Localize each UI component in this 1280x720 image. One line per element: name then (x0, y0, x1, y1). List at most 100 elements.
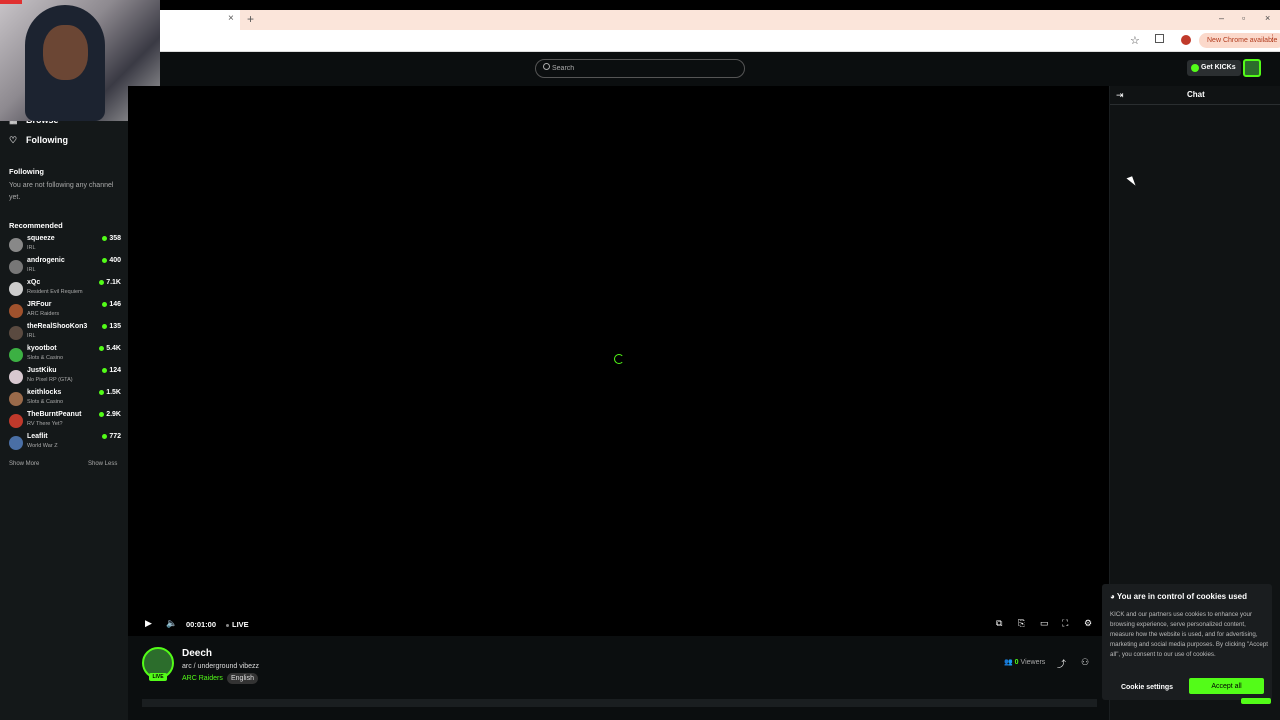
channel-category: Slots & Casino (27, 399, 64, 405)
channel-name: Leaflit (27, 433, 48, 440)
viewer-count: 135 (102, 323, 121, 330)
channel-category: IRL (27, 333, 36, 339)
chat-title: Chat (1187, 90, 1205, 99)
avatar (9, 348, 23, 362)
video-player[interactable]: ▶ 🔈 00:01:00 LIVE ⧉ ⎘ ▭ ⛶ ⚙ (128, 86, 1109, 636)
viewer-count: 358 (102, 235, 121, 242)
channel-category: No Pixel RP (GTA) (27, 377, 73, 383)
get-kicks-label: Get KICKs (1201, 64, 1236, 71)
channel-category: RV There Yet? (27, 421, 63, 427)
webcam-person (25, 5, 105, 121)
channel-category: ARC Raiders (27, 311, 60, 317)
recommended-channel[interactable]: Leaflit World War Z 772 (9, 433, 121, 455)
cookie-settings-button[interactable]: Cookie settings (1110, 679, 1184, 695)
stream-category-link[interactable]: ARC Raiders (182, 675, 223, 682)
collapse-chat-icon[interactable]: ⇥ (1116, 90, 1124, 101)
cookie-body: KICK and our partners use cookies to enh… (1110, 611, 1268, 658)
recommended-channel[interactable]: xQc Resident Evil Requiem 7.1K (9, 279, 121, 301)
screen-top-strip (0, 0, 1280, 10)
volume-icon[interactable]: 🔈 (166, 618, 177, 629)
avatar (9, 282, 23, 296)
search-input[interactable] (552, 61, 737, 76)
channel-category: IRL (27, 267, 36, 273)
avatar (9, 436, 23, 450)
viewer-count: 400 (102, 257, 121, 264)
heart-icon: ♡ (9, 135, 18, 145)
recommended-channel[interactable]: androgenic IRL 400 (9, 257, 121, 279)
viewer-count: 👥 0 Viewers (1004, 659, 1046, 666)
new-tab-icon[interactable]: + (247, 12, 254, 26)
viewer-count: 1.5K (99, 389, 121, 396)
settings-gear-icon[interactable]: ⚙ (1084, 618, 1092, 629)
recommended-channel[interactable]: theRealShooKon3 IRL 135 (9, 323, 121, 345)
channel-name[interactable]: Deech (182, 648, 212, 659)
bookmark-star-icon[interactable]: ☆ (1130, 34, 1140, 47)
avatar (9, 304, 23, 318)
live-indicator[interactable]: LIVE (226, 620, 249, 629)
tab-close-icon[interactable]: × (228, 13, 234, 24)
restore-icon[interactable]: ▫ (1242, 13, 1245, 23)
channel-name: kyootbot (27, 345, 57, 352)
avatar (9, 370, 23, 384)
live-dot-icon (99, 345, 105, 351)
share-icon[interactable]: ⤴ (1057, 657, 1066, 670)
cookie-icon: ◕ (1110, 592, 1117, 601)
live-dot-icon (102, 257, 108, 263)
live-dot-icon (102, 433, 108, 439)
user-icon[interactable]: ⚇ (1081, 657, 1089, 668)
channel-category: IRL (27, 245, 36, 251)
recommended-channel[interactable]: JRFour ARC Raiders 146 (9, 301, 121, 323)
sidebar-item-following[interactable]: ♡ Following (9, 135, 68, 146)
browser-tab-bar: × + – ▫ × (0, 10, 1280, 30)
channel-name: xQc (27, 279, 41, 286)
live-dot-icon (102, 235, 108, 241)
address-bar: ☆ New Chrome available ⋮ (0, 30, 1280, 52)
avatar (9, 392, 23, 406)
search-icon (543, 63, 550, 70)
cookie-banner: ◕ You are in control of cookies used KIC… (1102, 584, 1272, 700)
recommended-channel[interactable]: JustKiku No Pixel RP (GTA) 124 (9, 367, 121, 389)
live-dot-icon (102, 301, 108, 307)
extensions-icon[interactable] (1155, 34, 1164, 43)
channel-name: keithlocks (27, 389, 62, 396)
avatar (9, 414, 23, 428)
channel-name: androgenic (27, 257, 65, 264)
recommended-section-title: Recommended (9, 221, 63, 230)
browser-menu-icon[interactable]: ⋮ (1268, 33, 1277, 44)
close-window-icon[interactable]: × (1265, 13, 1270, 23)
chat-send-button[interactable] (1241, 698, 1271, 704)
profile-icon[interactable] (1181, 35, 1191, 45)
recommended-channel[interactable]: kyootbot Slots & Casino 5.4K (9, 345, 121, 367)
viewer-count: 772 (102, 433, 121, 440)
recording-indicator (0, 0, 22, 4)
live-dot-icon (226, 623, 229, 627)
language-tag[interactable]: English (227, 673, 258, 684)
fullscreen-icon[interactable]: ⛶ (1062, 618, 1068, 629)
stream-title: arc / underground vibezz (182, 663, 260, 670)
show-less-link[interactable]: Show Less (88, 461, 117, 467)
kicks-coin-icon (1191, 64, 1199, 72)
show-more-link[interactable]: Show More (9, 461, 39, 467)
live-dot-icon (99, 389, 105, 395)
minimize-icon[interactable]: – (1219, 13, 1224, 23)
cookie-title: ◕ You are in control of cookies used (1110, 592, 1248, 601)
following-section-title: Following (9, 167, 44, 176)
accept-all-button[interactable]: Accept all (1189, 678, 1264, 694)
recommended-channel[interactable]: keithlocks Slots & Casino 1.5K (9, 389, 121, 411)
get-kicks-button[interactable]: Get KICKs (1187, 60, 1241, 76)
stream-info-bottom-bar (142, 699, 1097, 707)
following-empty-text: You are not following any channel yet. (9, 182, 114, 201)
play-icon[interactable]: ▶ (145, 618, 152, 629)
recommended-channel[interactable]: squeeze IRL 358 (9, 235, 121, 257)
recommended-channel[interactable]: TheBurntPeanut RV There Yet? 2.9K (9, 411, 121, 433)
search-box[interactable] (535, 59, 745, 78)
avatar (9, 238, 23, 252)
live-dot-icon (99, 411, 105, 417)
site-header: Get KICKs (0, 52, 1280, 86)
mini-player-icon[interactable]: ⧉ (996, 618, 1002, 629)
live-dot-icon (99, 279, 105, 285)
clip-icon[interactable]: ⎘ (1018, 618, 1025, 629)
player-controls: ▶ 🔈 00:01:00 LIVE ⧉ ⎘ ▭ ⛶ ⚙ (128, 614, 1109, 636)
theater-mode-icon[interactable]: ▭ (1040, 618, 1049, 629)
user-avatar[interactable] (1243, 59, 1261, 77)
